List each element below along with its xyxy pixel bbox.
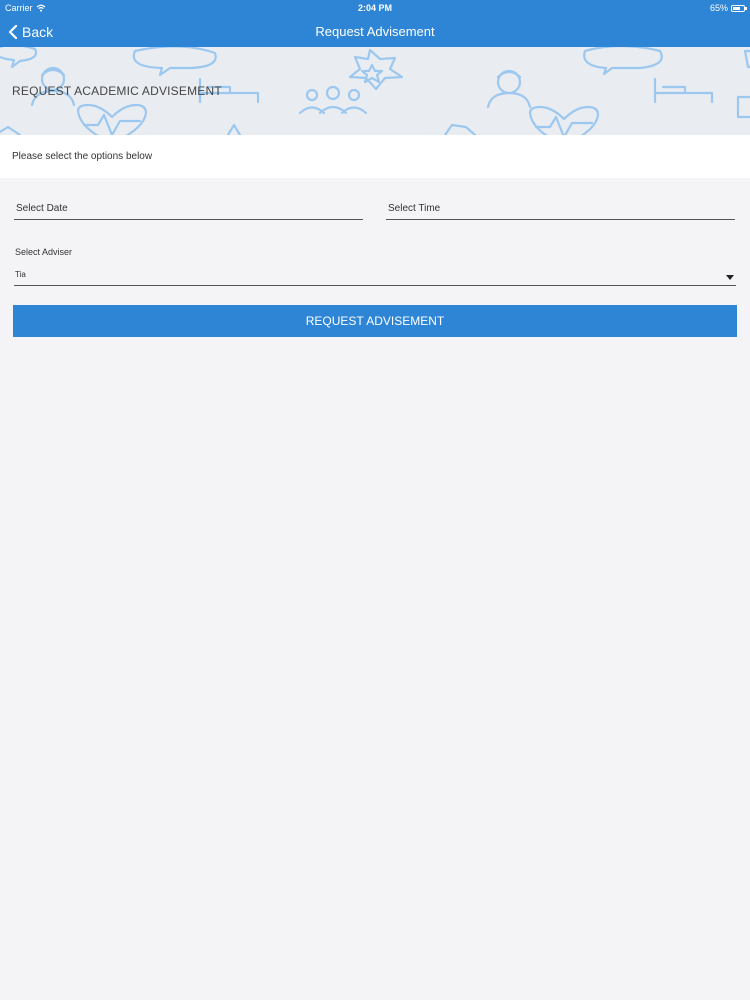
- banner-title: REQUEST ACADEMIC ADVISEMENT: [12, 84, 222, 98]
- hospital-bed-icon: [653, 77, 714, 104]
- star-icon: [443, 123, 477, 135]
- battery-fill: [733, 6, 740, 10]
- nav-bar: Back Request Advisement: [0, 16, 750, 47]
- heartbeat-icon: [528, 105, 600, 135]
- caret-down-icon: [726, 275, 734, 280]
- battery-tip: [745, 6, 747, 10]
- speech-bubble-icon: [0, 47, 38, 69]
- status-bar: Carrier 2:04 PM 65%: [0, 0, 750, 16]
- speech-bubble-icon: [132, 47, 217, 77]
- star-icon: [360, 63, 384, 84]
- request-advisement-button[interactable]: REQUEST ADVISEMENT: [13, 305, 737, 337]
- select-time-label: Select Time: [388, 203, 441, 214]
- instructions-text: Please select the options below: [12, 151, 153, 162]
- banner: REQUEST ACADEMIC ADVISEMENT: [0, 47, 750, 135]
- instructions-panel: Please select the options below: [0, 135, 750, 178]
- speech-bubble-icon: [583, 47, 663, 76]
- star-badge-icon: [348, 48, 404, 91]
- status-time: 2:04 PM: [357, 3, 392, 13]
- page-title: Request Advisement: [315, 24, 435, 39]
- star-icon: [226, 123, 242, 135]
- battery-icon: [731, 4, 747, 12]
- select-adviser-label: Select Adviser: [15, 247, 73, 257]
- status-battery: 65%: [709, 3, 747, 13]
- speech-bubble-icon: [743, 49, 750, 69]
- chat-icon: [736, 95, 750, 119]
- select-time-field[interactable]: Select Time: [386, 198, 735, 220]
- adviser-value: Tia: [15, 270, 26, 279]
- select-date-field[interactable]: Select Date: [14, 198, 363, 220]
- battery-percent: 65%: [709, 3, 728, 13]
- select-date-label: Select Date: [16, 203, 68, 214]
- adviser-dropdown[interactable]: Tia: [14, 266, 736, 286]
- people-icon: [305, 88, 319, 102]
- request-advisement-label: REQUEST ADVISEMENT: [305, 314, 445, 328]
